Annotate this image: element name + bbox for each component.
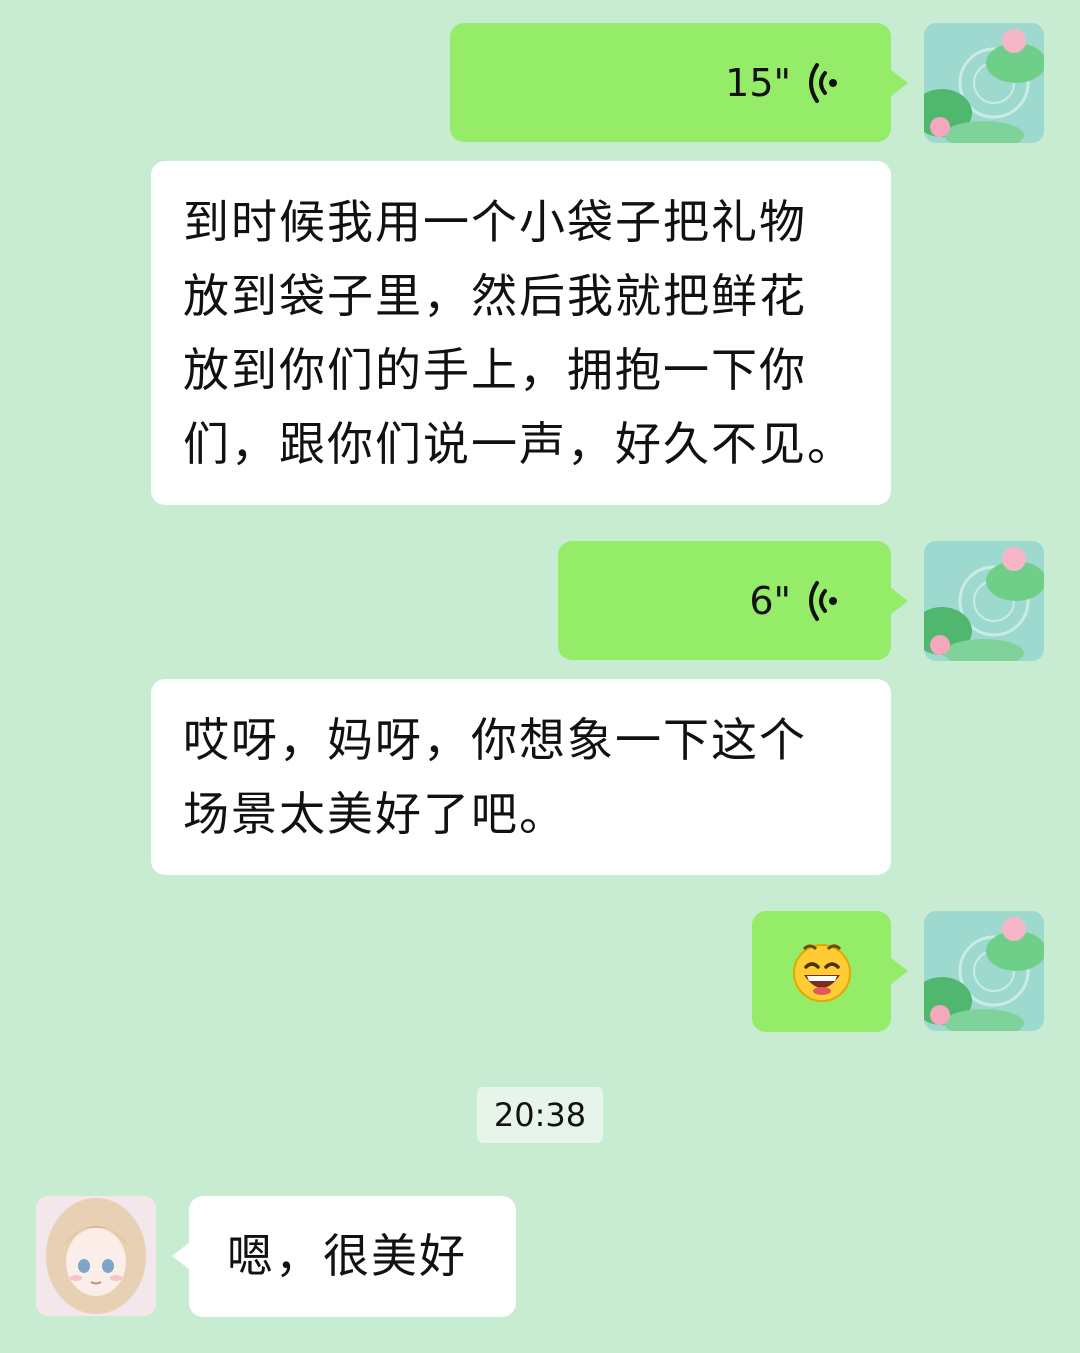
text-message-bubble[interactable]: 嗯，很美好 <box>172 1196 516 1317</box>
voice-message-content: 15" <box>725 23 839 143</box>
voice-wave-icon <box>805 61 839 105</box>
message-text: 嗯，很美好 <box>227 1229 467 1283</box>
voice-message-bubble[interactable]: 6" <box>558 541 908 661</box>
message-text: 哎呀，妈呀，你想象一下这个 场景太美好了吧。 <box>183 713 807 841</box>
voice-duration: 15" <box>725 61 791 105</box>
voice-duration: 6" <box>749 579 791 623</box>
voice-wave-icon <box>805 579 839 623</box>
text-message-bubble[interactable]: 到时候我用一个小袋子把礼物 放到袋子里，然后我就把鲜花 放到你们的手上，拥抱一下… <box>151 161 891 505</box>
grinning-face-emoji-icon <box>793 944 851 1002</box>
self-avatar[interactable] <box>924 23 1044 143</box>
self-avatar[interactable] <box>924 541 1044 661</box>
message-timestamp: 20:38 <box>477 1087 603 1143</box>
voice-message-content: 6" <box>749 541 839 661</box>
message-text: 到时候我用一个小袋子把礼物 放到袋子里，然后我就把鲜花 放到你们的手上，拥抱一下… <box>183 195 855 471</box>
self-avatar[interactable] <box>924 911 1044 1031</box>
emoji-message-bubble[interactable] <box>752 911 908 1032</box>
voice-message-bubble[interactable]: 15" <box>450 23 908 143</box>
contact-avatar[interactable] <box>36 1196 156 1316</box>
text-message-bubble[interactable]: 哎呀，妈呀，你想象一下这个 场景太美好了吧。 <box>151 679 891 875</box>
